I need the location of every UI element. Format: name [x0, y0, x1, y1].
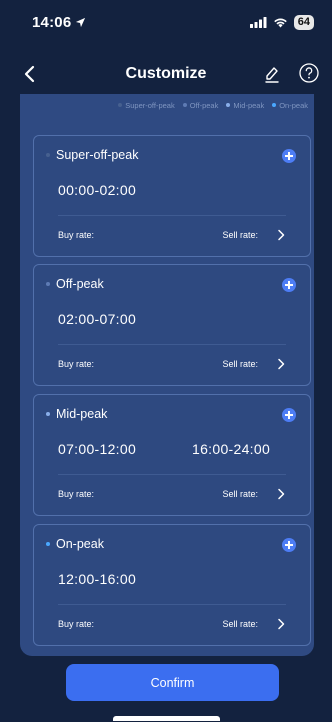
buy-rate-label: Buy rate:	[58, 230, 95, 240]
sell-rate-label: Sell rate:	[222, 359, 258, 369]
period-title: Super-off-peak	[56, 148, 139, 162]
status-bar: 14:06 64	[0, 0, 332, 44]
legend-item-on-peak: On-peak	[272, 101, 308, 110]
help-icon[interactable]	[298, 62, 320, 84]
period-card-mid-peak: Mid-peak 07:00-12:00 16:00-24:00 Buy rat…	[33, 394, 311, 516]
period-card-on-peak: On-peak 12:00-16:00 Buy rate: Sell rate:	[33, 524, 311, 646]
time-range[interactable]: 02:00-07:00	[58, 311, 136, 327]
time-range[interactable]: 16:00-24:00	[192, 441, 270, 457]
buy-rate-label: Buy rate:	[58, 489, 95, 499]
home-indicator	[113, 716, 220, 721]
card-header: Super-off-peak	[46, 148, 138, 162]
period-title: On-peak	[56, 537, 104, 551]
rate-row[interactable]: Buy rate: Sell rate:	[34, 351, 310, 381]
legend-item-off-peak: Off-peak	[182, 100, 219, 110]
location-arrow-icon	[76, 17, 86, 27]
add-time-range-button[interactable]	[282, 149, 296, 163]
confirm-label: Confirm	[150, 675, 195, 690]
legend-dot	[226, 103, 231, 107]
divider	[58, 215, 286, 216]
legend-dot	[182, 103, 187, 107]
battery-indicator: 64	[293, 14, 314, 30]
legend-dot	[118, 103, 123, 107]
period-color-dot	[46, 153, 50, 157]
buy-rate-label: Buy rate:	[58, 619, 95, 629]
period-card-off-peak: Off-peak 02:00-07:00 Buy rate: Sell rate…	[33, 264, 311, 386]
status-time-text: 14:06	[32, 13, 72, 31]
status-icons: 64	[249, 14, 314, 30]
legend-label: Mid-peak	[233, 100, 265, 110]
legend-label: Super-off-peak	[125, 100, 175, 110]
chevron-right-icon[interactable]	[276, 488, 286, 500]
period-title: Off-peak	[56, 277, 104, 291]
period-card-super-off-peak: Super-off-peak 00:00-02:00 Buy rate: Sel…	[33, 135, 311, 257]
confirm-button[interactable]: Confirm	[66, 664, 279, 701]
sell-rate-label: Sell rate:	[222, 619, 258, 629]
sell-rate-label: Sell rate:	[222, 230, 258, 240]
chevron-right-icon[interactable]	[276, 229, 286, 241]
period-title: Mid-peak	[56, 407, 108, 421]
time-range[interactable]: 00:00-02:00	[58, 182, 136, 198]
legend-label: On-peak	[279, 100, 308, 110]
time-of-use-panel: Super-off-peak Off-peak Mid-peak On-peak…	[20, 94, 314, 656]
rate-row[interactable]: Buy rate: Sell rate:	[34, 611, 310, 641]
rate-row[interactable]: Buy rate: Sell rate:	[34, 222, 310, 252]
sell-rate-label: Sell rate:	[222, 489, 258, 499]
period-legend: Super-off-peak Off-peak Mid-peak On-peak	[20, 98, 314, 112]
period-color-dot	[46, 542, 50, 546]
chevron-right-icon[interactable]	[276, 618, 286, 630]
divider	[58, 344, 286, 345]
cellular-signal-icon	[249, 16, 267, 28]
buy-rate-label: Buy rate:	[58, 359, 95, 369]
card-header: On-peak	[46, 537, 104, 551]
chevron-right-icon[interactable]	[276, 358, 286, 370]
add-time-range-button[interactable]	[282, 408, 296, 422]
wifi-icon	[273, 18, 287, 27]
legend-dot	[272, 103, 277, 107]
page-title: Customize	[125, 65, 207, 82]
status-time: 14:06	[32, 14, 86, 31]
divider	[58, 604, 286, 605]
legend-item-super-off-peak: Super-off-peak	[118, 100, 175, 110]
period-color-dot	[46, 412, 50, 416]
legend-item-mid-peak: Mid-peak	[226, 101, 264, 110]
eraser-edit-icon[interactable]	[263, 64, 281, 84]
period-color-dot	[46, 282, 50, 286]
legend-label: Off-peak	[189, 100, 219, 110]
time-range[interactable]: 07:00-12:00	[58, 441, 136, 457]
rate-row[interactable]: Buy rate: Sell rate:	[34, 481, 310, 511]
card-header: Off-peak	[46, 277, 104, 291]
time-range[interactable]: 12:00-16:00	[58, 571, 136, 587]
card-header: Mid-peak	[46, 407, 107, 421]
back-chevron-icon[interactable]	[20, 64, 40, 84]
add-time-range-button[interactable]	[282, 538, 296, 552]
divider	[58, 474, 286, 475]
nav-bar: Customize	[0, 56, 332, 92]
add-time-range-button[interactable]	[282, 278, 296, 292]
